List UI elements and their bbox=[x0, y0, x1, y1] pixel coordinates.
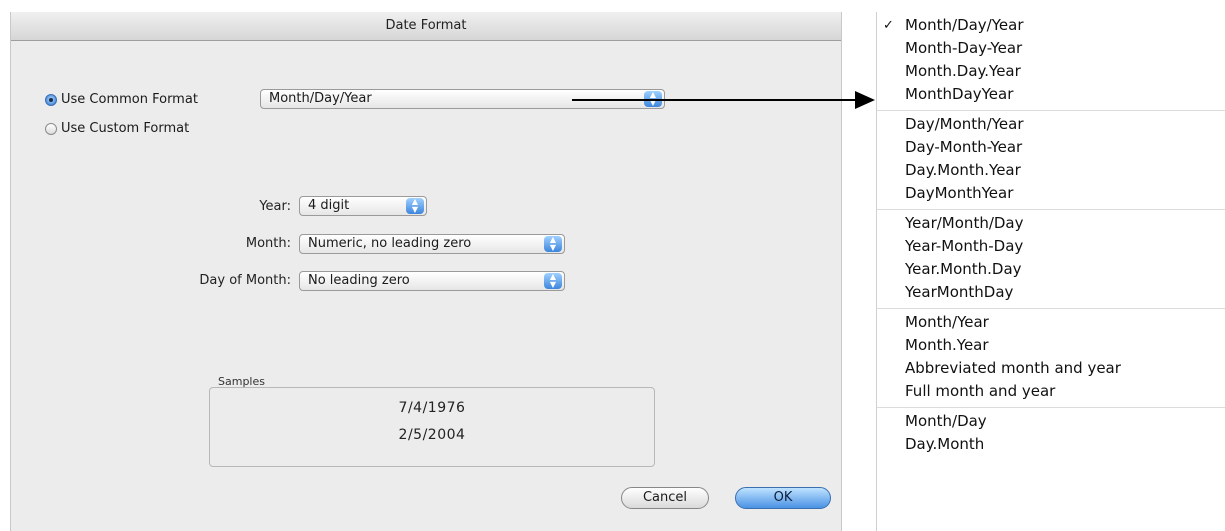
menu-item[interactable]: MonthDayYear bbox=[877, 83, 1225, 106]
arrow-right-icon bbox=[855, 91, 875, 109]
menu-item[interactable]: Month.Year bbox=[877, 334, 1225, 357]
menu-item[interactable]: Day.Month.Year bbox=[877, 159, 1225, 182]
menu-item[interactable]: Day.Month bbox=[877, 433, 1225, 456]
callout-arrow-line bbox=[572, 99, 862, 101]
menu-item[interactable]: Day-Month-Year bbox=[877, 136, 1225, 159]
menu-item[interactable]: Year/Month/Day bbox=[877, 212, 1225, 235]
menu-group: ✓ Month/Day/Year Month-Day-Year Month.Day… bbox=[877, 12, 1225, 111]
popup-stepper-icon: ▲ ▼ bbox=[544, 273, 562, 289]
menu-item[interactable]: Abbreviated month and year bbox=[877, 357, 1225, 380]
day-of-month-value: No leading zero bbox=[308, 273, 410, 288]
menu-item[interactable]: Month.Day.Year bbox=[877, 60, 1225, 83]
menu-group: Month/Year Month.Year Abbreviated month … bbox=[877, 309, 1225, 408]
menu-group: Day/Month/Year Day-Month-Year Day.Month.… bbox=[877, 111, 1225, 210]
checkmark-icon: ✓ bbox=[883, 18, 894, 33]
dialog-title: Date Format bbox=[11, 12, 841, 41]
use-common-format-option[interactable]: Use Common Format bbox=[45, 92, 198, 107]
year-popup[interactable]: 4 digit ▲ ▼ bbox=[299, 196, 427, 216]
common-format-menu: ✓ Month/Day/Year Month-Day-Year Month.Day… bbox=[876, 12, 1225, 531]
popup-stepper-icon: ▲ ▼ bbox=[406, 198, 424, 214]
month-popup[interactable]: Numeric, no leading zero ▲ ▼ bbox=[299, 234, 565, 254]
year-value: 4 digit bbox=[308, 198, 350, 213]
menu-item[interactable]: Year.Month.Day bbox=[877, 258, 1225, 281]
month-label: Month: bbox=[245, 236, 291, 251]
menu-item[interactable]: Full month and year bbox=[877, 380, 1225, 403]
sample-date: 2/5/2004 bbox=[398, 427, 466, 443]
samples-box: 7/4/1976 2/5/2004 bbox=[209, 387, 655, 467]
menu-group: Year/Month/Day Year-Month-Day Year.Month… bbox=[877, 210, 1225, 309]
menu-item[interactable]: Month/Year bbox=[877, 311, 1225, 334]
month-value: Numeric, no leading zero bbox=[308, 236, 472, 251]
use-common-format-label: Use Common Format bbox=[61, 92, 198, 107]
radio-selected-icon[interactable] bbox=[45, 93, 57, 106]
menu-group: Month/Day Day.Month bbox=[877, 408, 1225, 460]
cancel-button[interactable]: Cancel bbox=[621, 487, 709, 509]
menu-item[interactable]: Day/Month/Year bbox=[877, 113, 1225, 136]
sample-date: 7/4/1976 bbox=[398, 400, 466, 416]
menu-item[interactable]: ✓ Month/Day/Year bbox=[877, 14, 1225, 37]
menu-item[interactable]: Month/Day bbox=[877, 410, 1225, 433]
day-of-month-label: Day of Month: bbox=[199, 273, 291, 288]
popup-stepper-icon: ▲ ▼ bbox=[544, 236, 562, 252]
menu-item[interactable]: DayMonthYear bbox=[877, 182, 1225, 205]
date-format-dialog: Date Format Use Common Format Use Custom… bbox=[10, 12, 842, 531]
day-of-month-popup[interactable]: No leading zero ▲ ▼ bbox=[299, 271, 565, 291]
menu-item[interactable]: YearMonthDay bbox=[877, 281, 1225, 304]
use-custom-format-label: Use Custom Format bbox=[61, 121, 190, 136]
common-format-value: Month/Day/Year bbox=[269, 91, 372, 106]
use-custom-format-option[interactable]: Use Custom Format bbox=[45, 121, 189, 136]
radio-unselected-icon[interactable] bbox=[45, 122, 57, 135]
year-label: Year: bbox=[259, 199, 291, 214]
menu-item[interactable]: Year-Month-Day bbox=[877, 235, 1225, 258]
ok-button[interactable]: OK bbox=[735, 487, 831, 509]
menu-item[interactable]: Month-Day-Year bbox=[877, 37, 1225, 60]
